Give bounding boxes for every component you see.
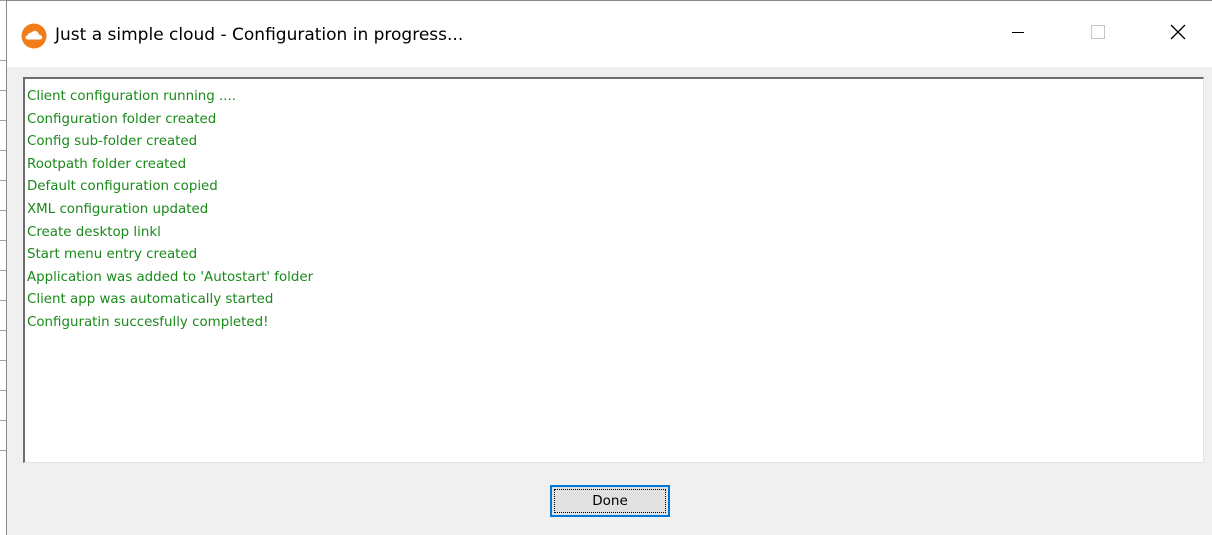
minimize-icon — [1010, 24, 1026, 44]
title-bar[interactable]: Just a simple cloud - Configuration in p… — [7, 1, 1212, 67]
log-line: Configuratin succesfully completed! — [27, 314, 269, 330]
maximize-button[interactable] — [1063, 1, 1133, 67]
log-line: Start menu entry created — [27, 247, 198, 263]
cloud-app-icon — [21, 23, 47, 49]
done-button-label: Done — [592, 493, 628, 509]
log-line: Create desktop linkl — [27, 224, 161, 240]
close-button[interactable] — [1143, 1, 1212, 67]
log-line: Client configuration running .... — [27, 89, 237, 104]
log-line: Default configuration copied — [27, 179, 218, 195]
maximize-icon — [1090, 24, 1106, 44]
log-line: Configuration folder created — [27, 111, 217, 127]
log-line: XML configuration updated — [27, 201, 209, 217]
log-line: Application was added to 'Autostart' fol… — [27, 269, 314, 285]
log-line: Client app was automatically started — [27, 292, 274, 308]
log-output-textbox[interactable]: Client configuration running .... Config… — [23, 77, 1204, 463]
minimize-button[interactable] — [983, 1, 1053, 67]
close-icon — [1169, 23, 1187, 45]
log-line: Config sub-folder created — [27, 134, 198, 150]
configuration-dialog: Just a simple cloud - Configuration in p… — [6, 0, 1212, 535]
done-button[interactable]: Done — [550, 485, 670, 517]
log-line: Rootpath folder created — [27, 156, 187, 172]
window-title: Just a simple cloud - Configuration in p… — [55, 25, 464, 45]
